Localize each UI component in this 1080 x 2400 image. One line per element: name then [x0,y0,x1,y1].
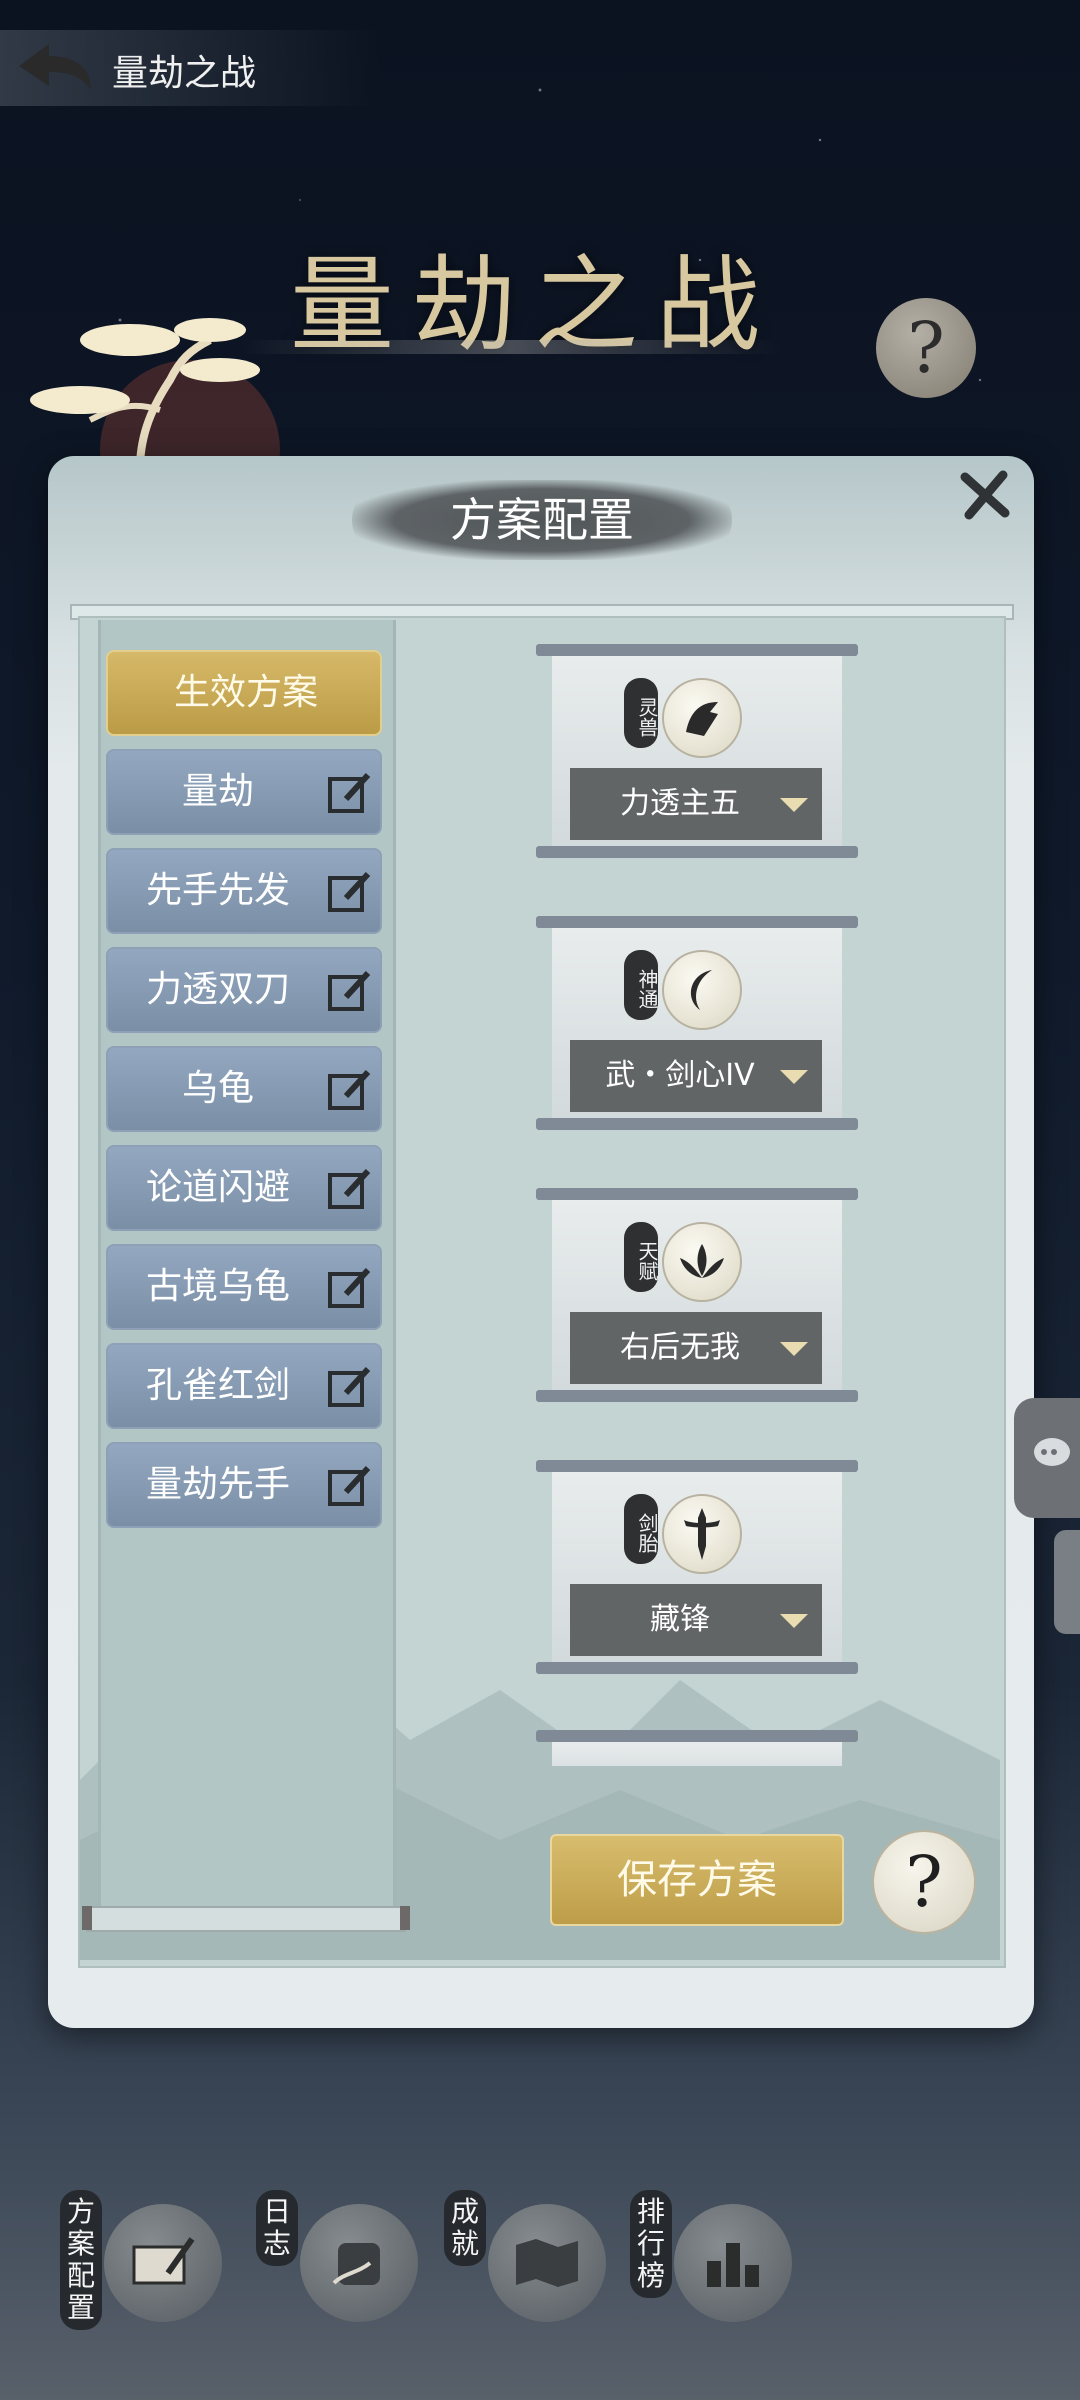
scroll-icon [300,2204,418,2322]
card-rod [536,1118,858,1130]
edit-icon[interactable] [326,1462,374,1510]
slot-tag: 神通 [624,950,659,1020]
slot-select[interactable]: 力透主五 [570,768,822,840]
scroll-brush-icon [104,2204,222,2322]
edit-icon[interactable] [326,967,374,1015]
nav-plan-config[interactable]: 方案配置 [60,2190,240,2340]
plan-list: 生效方案 量劫 先手先发 力透双刀 乌龟 论道闪避 古境乌龟 孔雀红剑 量劫先手 [106,650,382,1541]
plan-label: 力透双刀 [145,969,290,1010]
slot-card-talent: 天赋 右后无我 [536,1188,858,1402]
slot-tag: 天赋 [624,1222,659,1292]
back-arrow-icon [19,44,91,90]
nav-leaderboard[interactable]: 排行榜 [630,2190,810,2340]
slot-tag: 剑胎 [624,1494,659,1564]
card-rod [536,1662,858,1674]
card-rod [536,1460,858,1472]
card-body [552,1742,842,1766]
slot-card-divine-power: 神通 武・剑心IV [536,916,858,1130]
edit-icon[interactable] [326,868,374,916]
plan-label: 古境乌龟 [145,1266,290,1307]
chevron-down-icon [780,1070,808,1084]
card-rod [536,1390,858,1402]
slot-value: 力透主五 [620,786,740,821]
chat-icon [1034,1438,1070,1466]
card-rod [536,846,858,858]
edit-icon[interactable] [326,1264,374,1312]
slot-card-partial [536,1730,858,1766]
page-title: 量劫之战 [112,53,257,94]
chevron-down-icon [780,798,808,812]
plan-label: 先手先发 [145,870,290,911]
slot-value: 藏锋 [650,1602,710,1637]
plan-item[interactable]: 古境乌龟 [106,1244,382,1330]
nav-label: 日志 [256,2190,298,2266]
slot-select[interactable]: 藏锋 [570,1584,822,1656]
help-button[interactable]: ? [872,1830,976,1934]
edit-icon[interactable] [326,1066,374,1114]
plan-item-active[interactable]: 生效方案 [106,650,382,736]
map-scroll-icon [488,2204,606,2322]
plan-label: 孔雀红剑 [145,1365,290,1406]
scroll-roller [82,1906,410,1932]
nav-log[interactable]: 日志 [256,2190,436,2340]
plan-item[interactable]: 乌龟 [106,1046,382,1132]
slot-card-sword-embryo: 剑胎 藏锋 [536,1460,858,1674]
plan-item[interactable]: 量劫先手 [106,1442,382,1528]
plan-item[interactable]: 论道闪避 [106,1145,382,1231]
card-rod [536,1730,858,1742]
nav-label: 排行榜 [630,2190,672,2298]
slot-tag: 灵兽 [624,678,659,748]
panel-title: 方案配置 [450,493,634,547]
close-button[interactable] [952,462,1018,528]
bars-icon [674,2204,792,2322]
plan-label: 生效方案 [173,672,318,713]
plan-label: 量劫先手 [145,1464,290,1505]
lotus-icon [662,1222,742,1302]
slot-select[interactable]: 武・剑心IV [570,1040,822,1112]
plan-item[interactable]: 力透双刀 [106,947,382,1033]
crescent-icon [662,950,742,1030]
plan-label: 论道闪避 [145,1167,290,1208]
close-icon [960,470,1010,520]
chevron-down-icon [780,1342,808,1356]
plan-label: 乌龟 [181,1068,254,1109]
card-rod [536,644,858,656]
chat-bubble-widget[interactable] [1014,1398,1080,1518]
plan-label: 量劫 [181,771,254,812]
pine-tree-decoration [30,318,280,480]
nav-label: 成就 [444,2190,486,2266]
slot-value: 右后无我 [620,1330,740,1365]
slot-value: 武・剑心IV [605,1058,755,1093]
help-button-top[interactable]: ? [876,298,976,398]
nav-label: 方案配置 [60,2190,102,2330]
back-button[interactable] [10,38,100,98]
save-plan-button[interactable]: 保存方案 [550,1834,844,1926]
edit-icon[interactable] [326,769,374,817]
beast-icon [662,678,742,758]
nav-achievement[interactable]: 成就 [444,2190,624,2340]
plan-item[interactable]: 孔雀红剑 [106,1343,382,1429]
plan-item[interactable]: 先手先发 [106,848,382,934]
slot-card-spirit-beast: 灵兽 力透主五 [536,644,858,858]
sword-icon [662,1494,742,1574]
card-rod [536,916,858,928]
title-brush-stroke [240,340,780,354]
plan-item[interactable]: 量劫 [106,749,382,835]
edit-icon[interactable] [326,1165,374,1213]
edit-icon[interactable] [326,1363,374,1411]
card-rod [536,1188,858,1200]
side-tab[interactable] [1054,1530,1080,1634]
chevron-down-icon [780,1614,808,1628]
slot-select[interactable]: 右后无我 [570,1312,822,1384]
